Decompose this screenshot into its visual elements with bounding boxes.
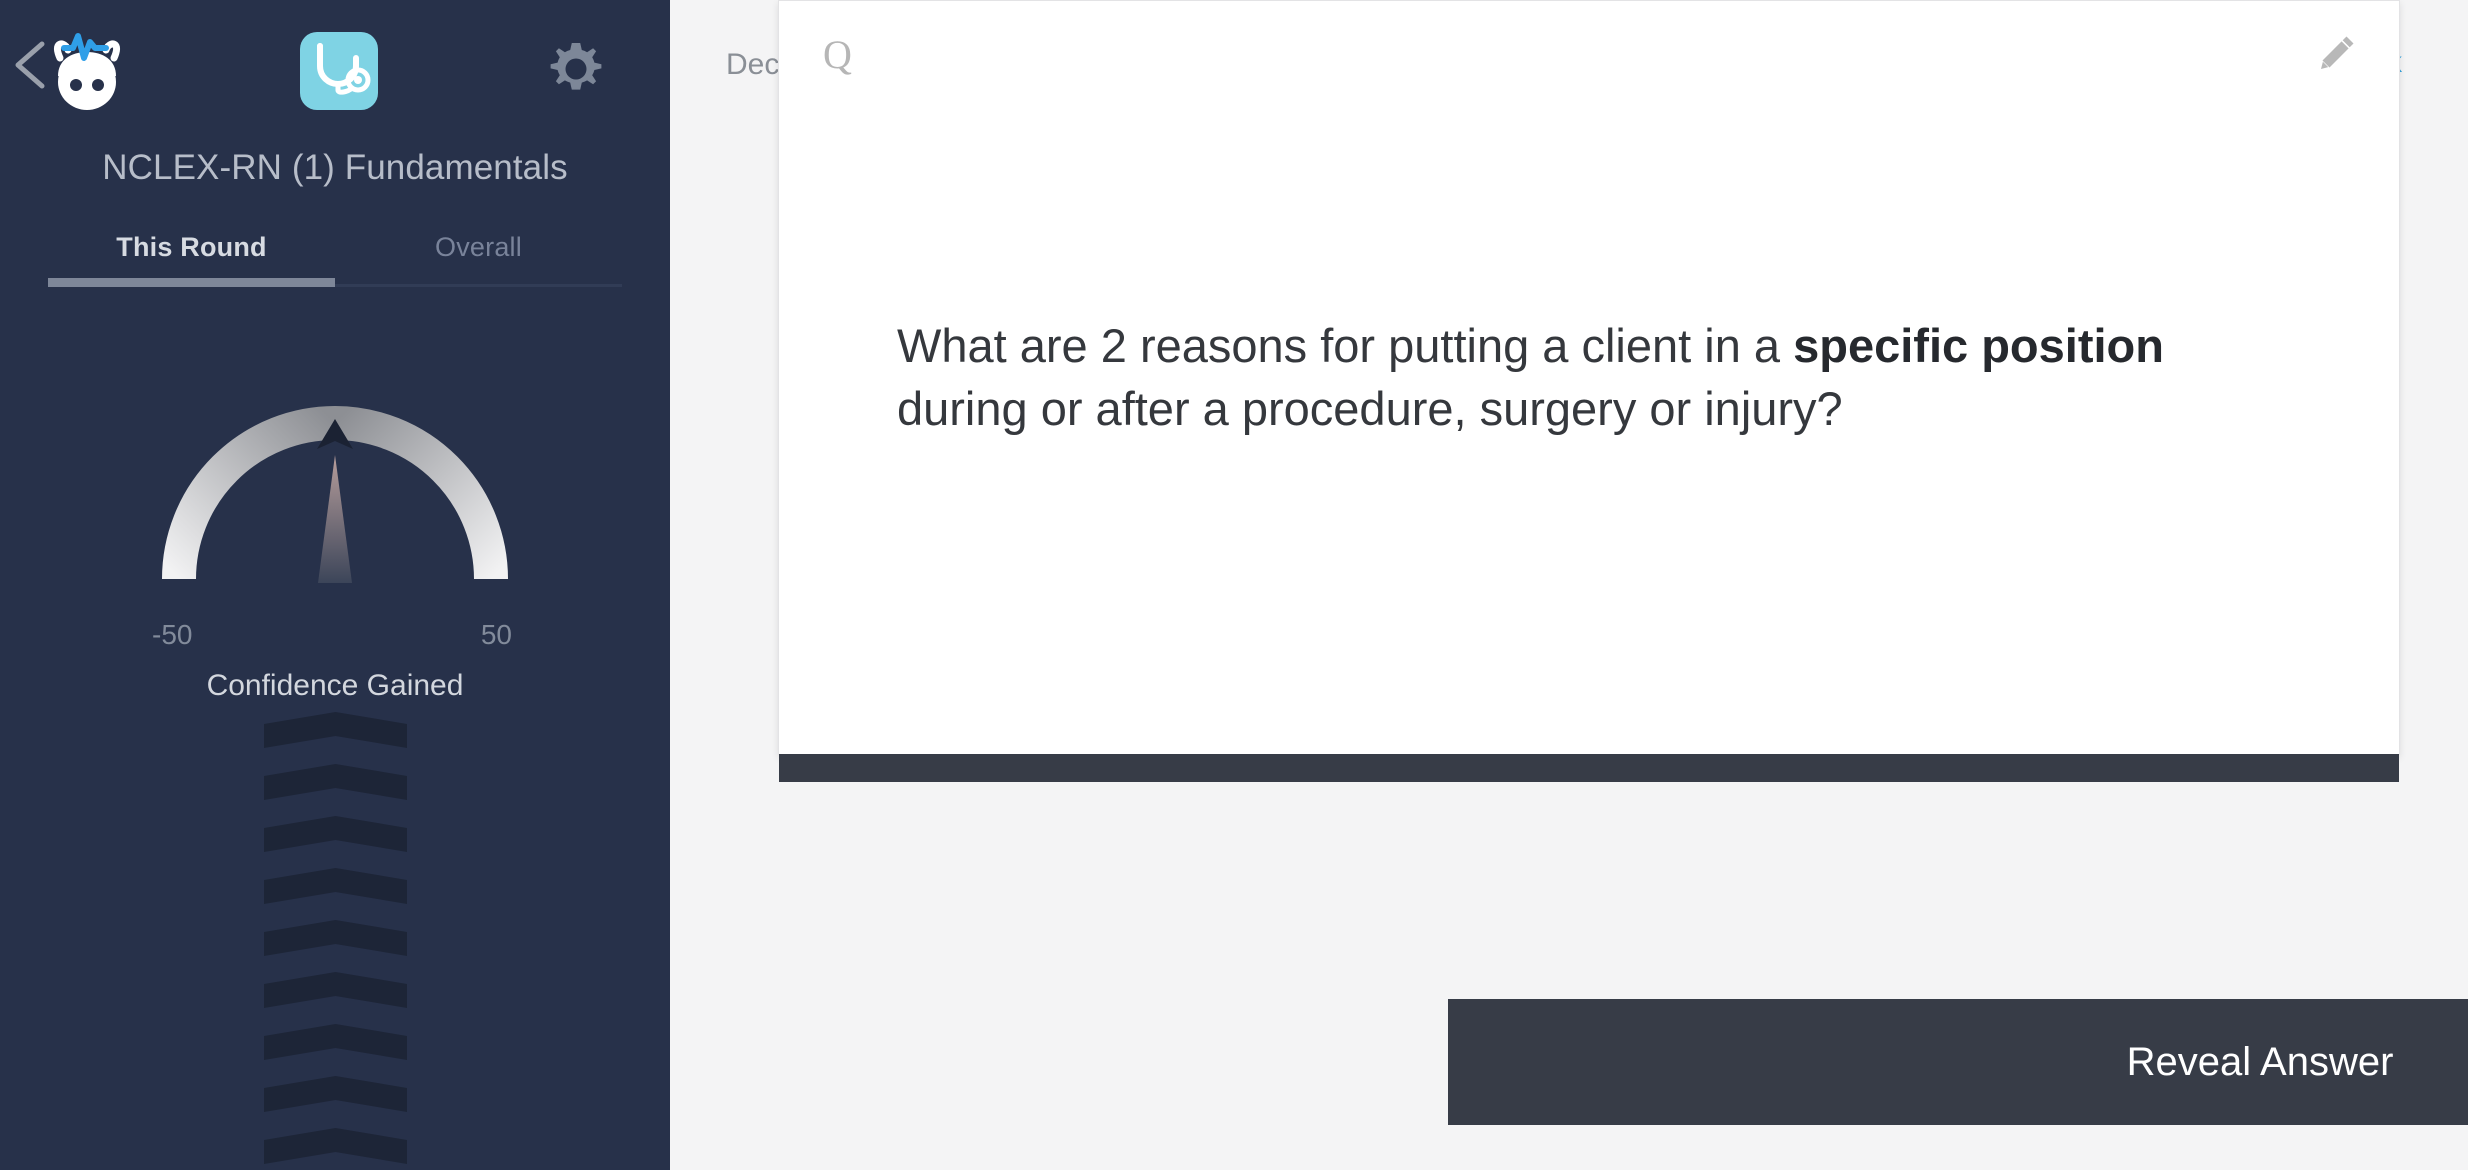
chevron-rank [263,764,407,812]
chevron-rank [263,1024,407,1072]
sidebar-topbar [0,0,670,140]
rank-chevron-ladder [0,712,670,1170]
chevron-rank [263,920,407,968]
deck-title: NCLEX-RN (1) Fundamentals [102,148,568,187]
question-text: What are 2 reasons for putting a client … [897,315,2303,440]
tab-active-underline [48,278,335,287]
chevron-rank [263,868,407,916]
gauge-min-label: -50 [152,619,193,650]
mascot-logo-icon[interactable] [42,30,132,116]
card-question-area: What are 2 reasons for putting a client … [897,1,2303,754]
chevron-rank [263,816,407,864]
reveal-answer-button[interactable]: Reveal Answer [1448,999,2468,1125]
question-part-2: during or after a procedure, surgery or … [897,381,1843,435]
deck-avatar-stethoscope-icon[interactable] [300,32,378,110]
flashcard[interactable]: Q What are 2 reasons for putting a clien… [778,0,2400,782]
question-emphasis: specific position [1793,319,2164,372]
edit-pencil-icon[interactable] [2313,31,2359,77]
chevron-rank [263,712,407,760]
chevron-rank [263,1128,407,1170]
sidebar-tabs: This Round Overall [48,232,622,287]
gauge-max-label: 50 [480,619,512,650]
card-side-marker: Q [823,32,852,77]
sidebar: NCLEX-RN (1) Fundamentals This Round Ove… [0,0,670,1170]
main-content: Deck: Positions Card: 1/33 See all Cards… [670,0,2468,1170]
chevron-rank [263,1076,407,1124]
gauge-graphic [162,406,508,583]
app-root: NCLEX-RN (1) Fundamentals This Round Ove… [0,0,2468,1170]
confidence-gauge: -50 50 Confidence Gained [0,343,670,702]
settings-gear-icon[interactable] [545,38,607,100]
tab-overall[interactable]: Overall [335,232,622,287]
chevron-rank [263,972,407,1020]
gauge-caption: Confidence Gained [206,669,464,702]
card-bottom-bar [779,754,2399,782]
question-part-1: What are 2 reasons for putting a client … [897,319,1794,372]
gauge-scale-labels: -50 50 [152,619,512,655]
